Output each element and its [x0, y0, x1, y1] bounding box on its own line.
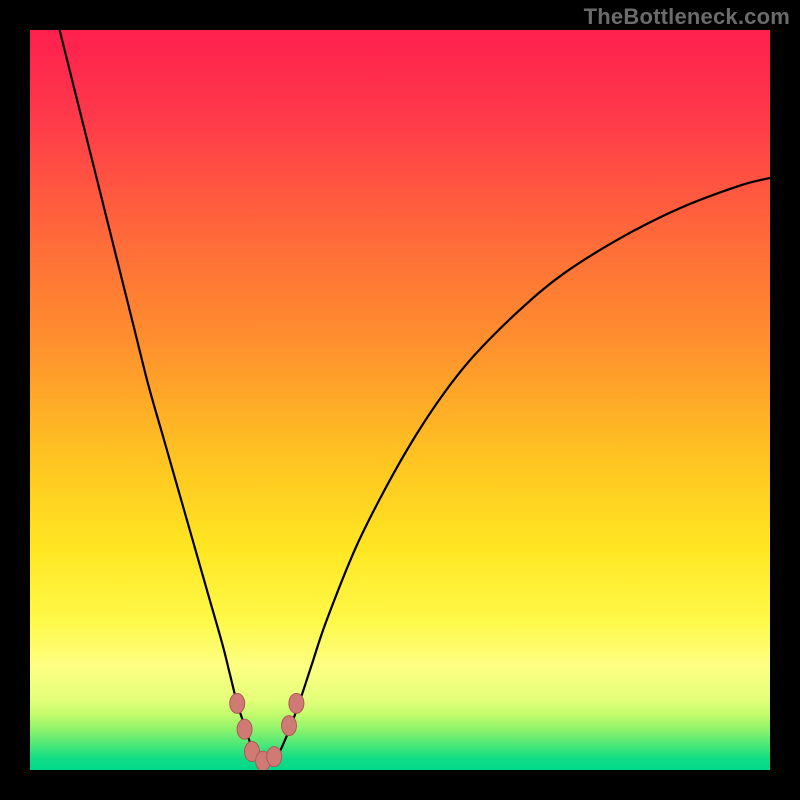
watermark-text: TheBottleneck.com [584, 4, 790, 30]
curve-markers [30, 30, 770, 770]
chart-frame: TheBottleneck.com [0, 0, 800, 800]
plot-area [30, 30, 770, 770]
